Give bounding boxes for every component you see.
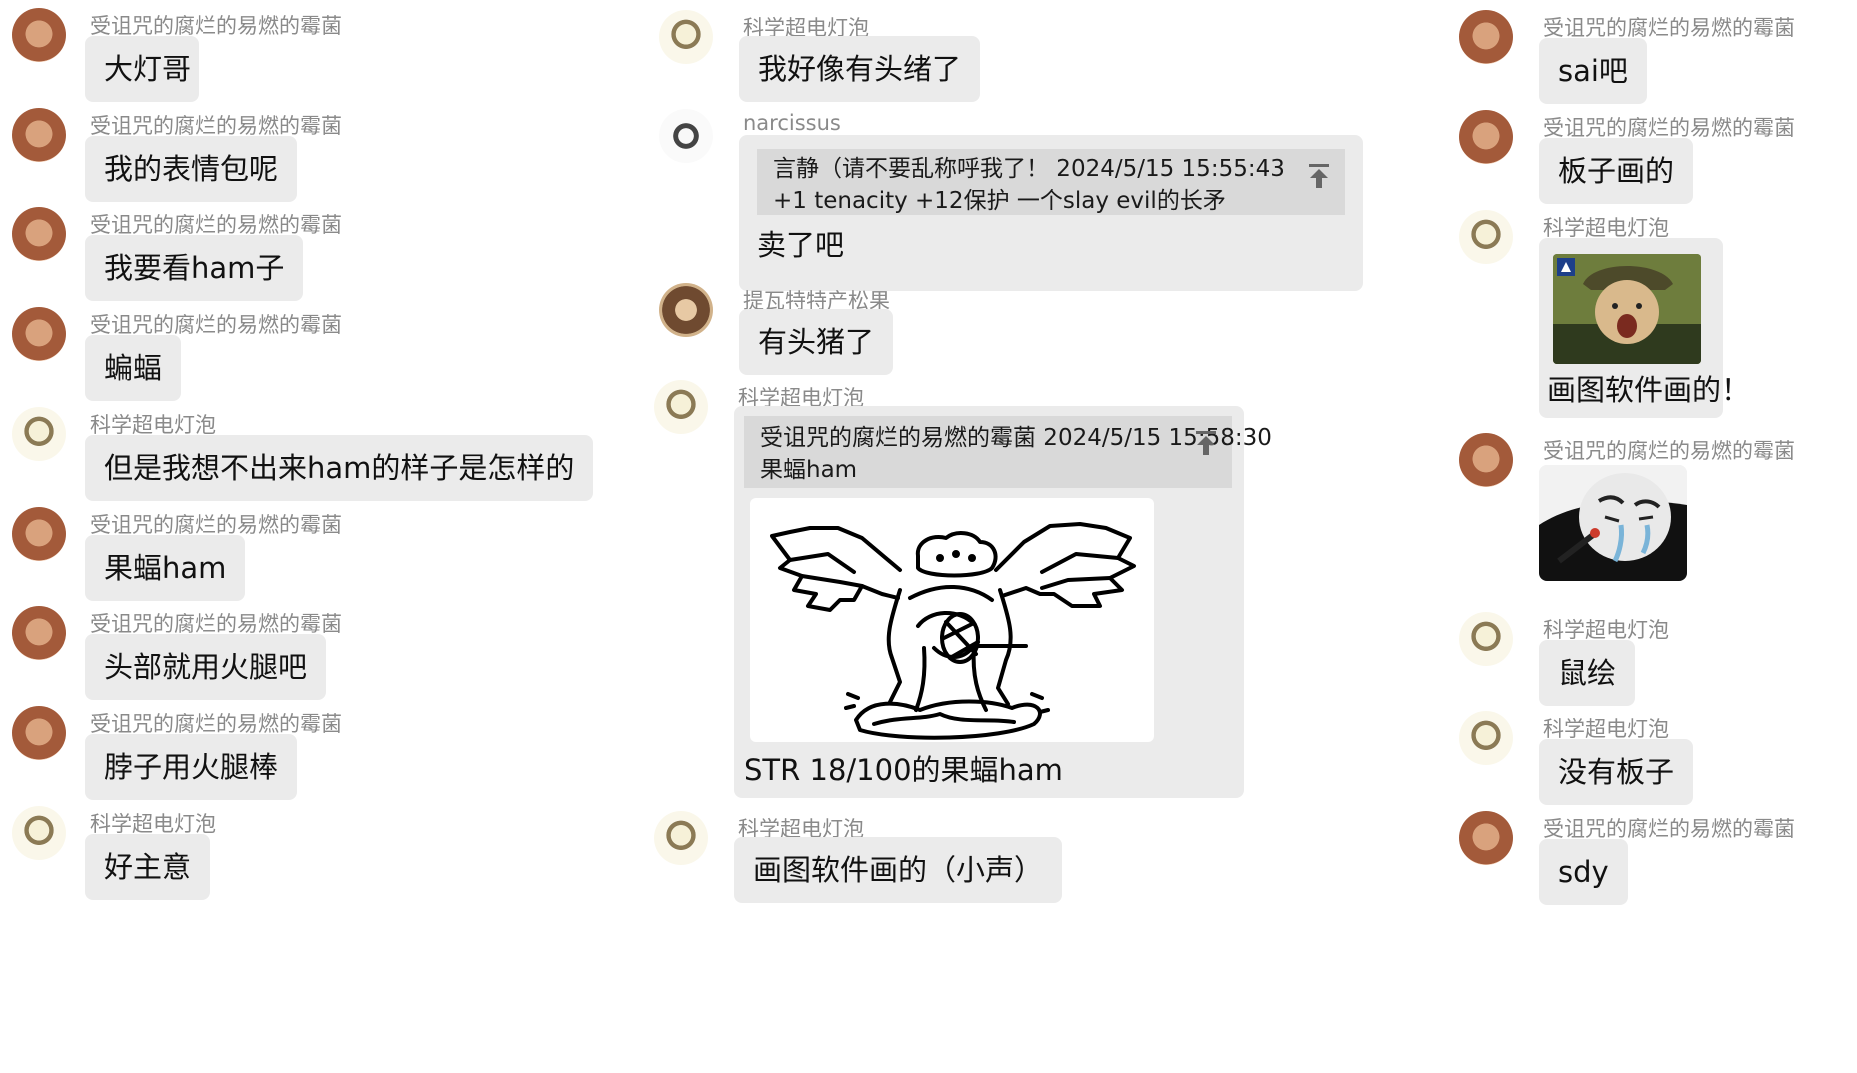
avatar[interactable] xyxy=(1459,110,1513,164)
reply-bubble[interactable]: 言静（请不要乱称呼我了！ 2024/5/15 15:55:43 +1 tenac… xyxy=(739,135,1363,291)
middle-chat-column: 科学超电灯泡 我好像有头绪了 narcissus 言静（请不要乱称呼我了！ 20… xyxy=(620,0,1380,1073)
message-bubble[interactable]: 但是我想不出来ham的样子是怎样的 xyxy=(85,435,594,501)
image-attachment[interactable] xyxy=(750,498,1154,742)
message-bubble[interactable]: 我好像有头绪了 xyxy=(739,36,981,102)
message-bubble[interactable]: 画图软件画的（小声） xyxy=(734,837,1063,903)
message-bubble[interactable]: 大灯哥 xyxy=(85,36,199,102)
sender-name: narcissus xyxy=(743,111,841,135)
message-bubble[interactable]: 我要看ham子 xyxy=(85,235,304,301)
quote-header: 言静（请不要乱称呼我了！ 2024/5/15 15:55:43 xyxy=(773,156,1285,182)
jump-to-quote-icon[interactable] xyxy=(1194,430,1218,456)
message-bubble[interactable]: 板子画的 xyxy=(1539,138,1694,204)
avatar[interactable] xyxy=(1459,612,1513,666)
sticker-image[interactable] xyxy=(1539,465,1687,581)
avatar[interactable] xyxy=(12,706,66,760)
meme-image[interactable] xyxy=(1553,254,1701,364)
avatar[interactable] xyxy=(1459,711,1513,765)
message-bubble[interactable]: 没有板子 xyxy=(1539,739,1694,805)
reply-text: STR 18/100的果蝠ham xyxy=(744,753,1063,787)
avatar[interactable] xyxy=(659,10,713,64)
message-bubble[interactable]: 果蝠ham xyxy=(85,535,246,601)
avatar[interactable] xyxy=(12,407,66,461)
jump-to-quote-icon[interactable] xyxy=(1307,163,1331,189)
reply-text: 画图软件画的！ xyxy=(1547,373,1751,407)
message-bubble[interactable]: 脖子用火腿棒 xyxy=(85,734,298,800)
message-bubble[interactable]: 蝙蝠 xyxy=(85,335,182,401)
avatar[interactable] xyxy=(659,109,713,163)
reply-bubble[interactable]: 受诅咒的腐烂的易燃的霉菌 2024/5/15 15:58:30 果蝠ham ST… xyxy=(734,406,1272,798)
right-chat-column: 受诅咒的腐烂的易燃的霉菌 sai吧 受诅咒的腐烂的易燃的霉菌 板子画的 科学超电… xyxy=(1440,0,1857,1073)
bat-ham-drawing-image xyxy=(770,522,1136,740)
avatar[interactable] xyxy=(12,806,66,860)
quote-header: 受诅咒的腐烂的易燃的霉菌 2024/5/15 15:58:30 xyxy=(760,425,1272,451)
avatar[interactable] xyxy=(12,108,66,162)
avatar[interactable] xyxy=(654,380,708,434)
message-bubble[interactable]: 好主意 xyxy=(85,834,211,900)
avatar[interactable] xyxy=(12,307,66,361)
quote-body: 果蝠ham xyxy=(760,457,858,483)
sender-name: 受诅咒的腐烂的易燃的霉菌 xyxy=(1543,439,1795,463)
message-bubble[interactable]: 头部就用火腿吧 xyxy=(85,634,327,700)
surprised-man-image xyxy=(1553,254,1701,364)
message-bubble[interactable]: 鼠绘 xyxy=(1539,640,1636,706)
message-bubble[interactable]: 我的表情包呢 xyxy=(85,136,298,202)
quote-body: +1 tenacity +12保护 一个slay evil的长矛 xyxy=(773,188,1226,214)
reply-text: 卖了吧 xyxy=(757,228,845,262)
left-chat-column: 受诅咒的腐烂的易燃的霉菌 大灯哥 受诅咒的腐烂的易燃的霉菌 我的表情包呢 受诅咒… xyxy=(0,0,620,1073)
message-bubble[interactable]: sai吧 xyxy=(1539,38,1647,104)
avatar[interactable] xyxy=(12,207,66,261)
avatar[interactable] xyxy=(1459,10,1513,64)
quoted-message[interactable]: 言静（请不要乱称呼我了！ 2024/5/15 15:55:43 +1 tenac… xyxy=(757,149,1345,215)
quoted-message[interactable]: 受诅咒的腐烂的易燃的霉菌 2024/5/15 15:58:30 果蝠ham xyxy=(744,416,1272,488)
crying-face-sticker xyxy=(1539,465,1687,581)
avatar[interactable] xyxy=(12,8,66,62)
avatar[interactable] xyxy=(12,507,66,561)
message-bubble[interactable]: 有头猪了 xyxy=(739,309,894,375)
message-bubble[interactable]: sdy xyxy=(1539,839,1628,905)
avatar[interactable] xyxy=(654,811,708,865)
avatar[interactable] xyxy=(659,283,713,337)
avatar[interactable] xyxy=(1459,811,1513,865)
avatar[interactable] xyxy=(1459,210,1513,264)
avatar[interactable] xyxy=(12,606,66,660)
image-text-bubble[interactable]: 画图软件画的！ xyxy=(1539,238,1751,418)
avatar[interactable] xyxy=(1459,433,1513,487)
